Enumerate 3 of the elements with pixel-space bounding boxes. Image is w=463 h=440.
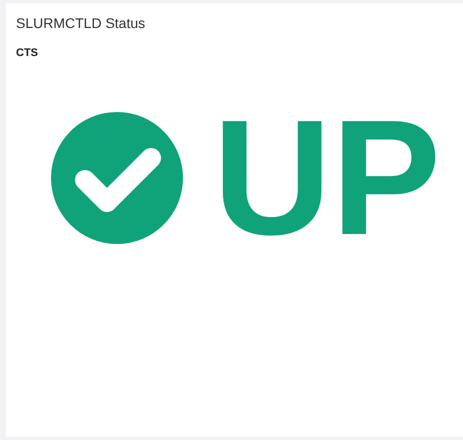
status-text: UP [213, 112, 441, 242]
panel-title: SLURMCTLD Status [16, 15, 146, 31]
host-label: CTS [16, 46, 38, 61]
